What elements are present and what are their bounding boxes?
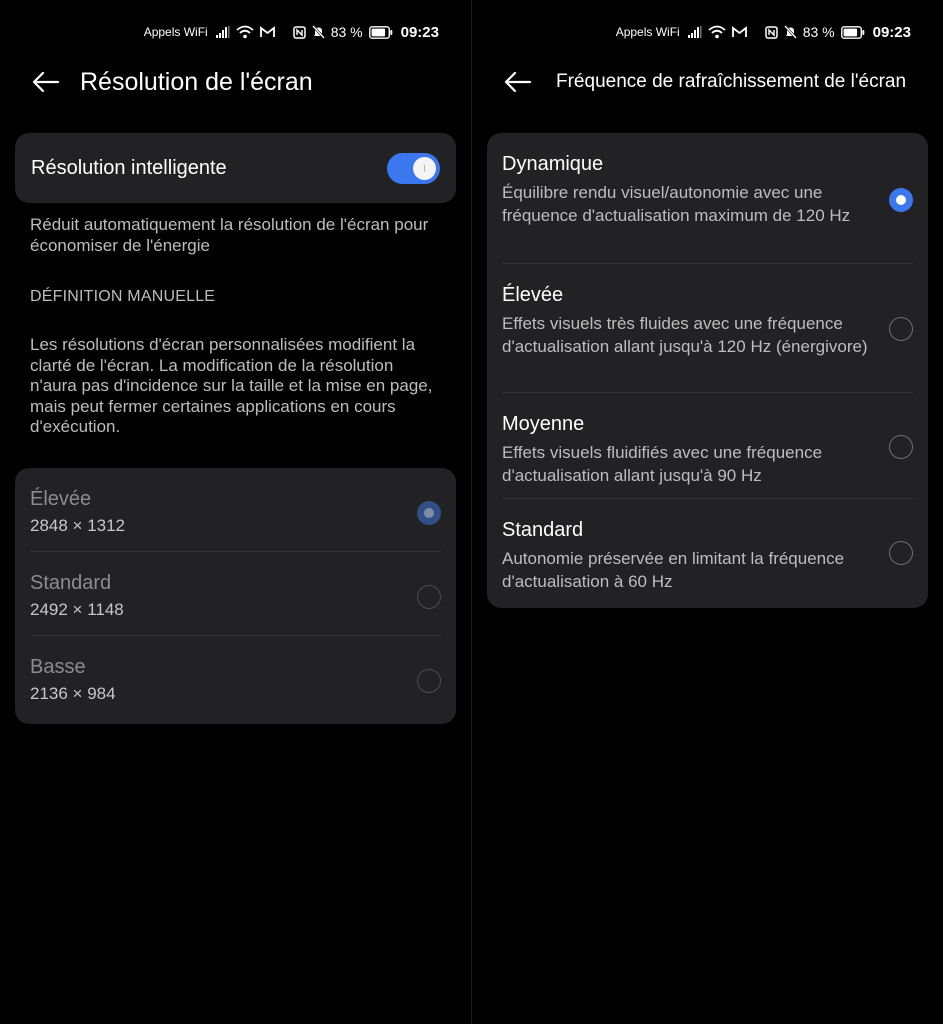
radio-medium[interactable]: [889, 435, 913, 459]
resolution-option-high[interactable]: Élevée 2848 × 1312: [15, 468, 456, 552]
battery-percent: 83 %: [802, 24, 835, 40]
app-bar: Fréquence de rafraîchissement de l'écran: [502, 62, 923, 102]
option-title: Dynamique: [502, 153, 604, 175]
option-title: Élevée: [30, 488, 92, 510]
carrier-label: Appels WiFi: [615, 25, 680, 39]
refresh-option-standard[interactable]: Standard Autonomie préservée en limitant…: [487, 499, 928, 608]
battery-icon: [368, 25, 393, 39]
radio-dynamic[interactable]: [889, 188, 913, 212]
smart-resolution-description: Réduit automatiquement la résolution de …: [30, 215, 429, 255]
option-value: 2136 × 984: [30, 684, 116, 703]
radio-standard[interactable]: [889, 541, 913, 565]
refresh-rate-options: Dynamique Équilibre rendu visuel/autonom…: [487, 133, 928, 608]
carrier-label: Appels WiFi: [143, 25, 208, 39]
option-title: Basse: [30, 656, 86, 678]
nfc-icon: [764, 25, 778, 39]
back-arrow-icon: [32, 71, 60, 93]
signal-icon: [215, 26, 230, 38]
section-heading: DÉFINITION MANUELLE: [30, 288, 216, 305]
gmail-icon: [731, 26, 747, 38]
app-bar: Résolution de l'écran: [30, 62, 451, 102]
status-bar: Appels WiFi 83 % 09:23: [144, 22, 439, 42]
screen-resolution: Appels WiFi 83 % 09:23 Résolution de l'é…: [0, 0, 471, 1024]
resolution-option-low[interactable]: Basse 2136 × 984: [15, 636, 456, 720]
radio-high[interactable]: [889, 317, 913, 341]
refresh-option-dynamic[interactable]: Dynamique Équilibre rendu visuel/autonom…: [487, 133, 928, 264]
nfc-icon: [292, 25, 306, 39]
smart-resolution-switch[interactable]: [387, 152, 440, 184]
option-value: 2492 × 1148: [30, 600, 124, 619]
option-title: Moyenne: [502, 413, 585, 435]
option-description: Autonomie préservée en limitant la fréqu…: [502, 549, 845, 591]
refresh-option-medium[interactable]: Moyenne Effets visuels fluidifiés avec u…: [487, 393, 928, 499]
option-title: Standard: [502, 519, 584, 541]
smart-resolution-label: Résolution intelligente: [31, 156, 227, 179]
option-title: Élevée: [502, 284, 564, 306]
option-title: Standard: [30, 572, 112, 594]
radio-high[interactable]: [417, 501, 441, 525]
resolution-option-standard[interactable]: Standard 2492 × 1148: [15, 552, 456, 636]
radio-low[interactable]: [417, 669, 441, 693]
refresh-option-high[interactable]: Élevée Effets visuels très fluides avec …: [487, 264, 928, 393]
page-title: Résolution de l'écran: [80, 67, 313, 96]
battery-percent: 83 %: [330, 24, 363, 40]
mute-icon: [311, 25, 325, 39]
wifi-icon: [236, 25, 254, 39]
option-description: Effets visuels très fluides avec une fré…: [502, 314, 868, 356]
clock: 09:23: [400, 23, 439, 41]
option-description: Équilibre rendu visuel/autonomie avec un…: [502, 183, 851, 225]
option-value: 2848 × 1312: [30, 516, 126, 535]
mute-icon: [783, 25, 797, 39]
signal-icon: [687, 26, 702, 38]
screen-refresh-rate: Appels WiFi 83 % 09:23 Fréquence de rafr…: [472, 0, 943, 1024]
gmail-icon: [259, 26, 275, 38]
radio-standard[interactable]: [417, 585, 441, 609]
manual-description: Les résolutions d'écran personnalisées m…: [30, 335, 433, 436]
resolution-options: Élevée 2848 × 1312 Standard 2492 × 1148 …: [15, 468, 456, 724]
back-arrow-icon: [504, 71, 532, 93]
status-bar: Appels WiFi 83 % 09:23: [616, 22, 911, 42]
battery-icon: [840, 25, 865, 39]
option-description: Effets visuels fluidifiés avec une fréqu…: [502, 443, 823, 485]
back-button[interactable]: [30, 66, 62, 98]
page-title: Fréquence de rafraîchissement de l'écran: [556, 71, 907, 92]
clock: 09:23: [872, 23, 911, 41]
smart-resolution-card: Résolution intelligente: [15, 133, 456, 203]
wifi-icon: [708, 25, 726, 39]
back-button[interactable]: [502, 66, 534, 98]
